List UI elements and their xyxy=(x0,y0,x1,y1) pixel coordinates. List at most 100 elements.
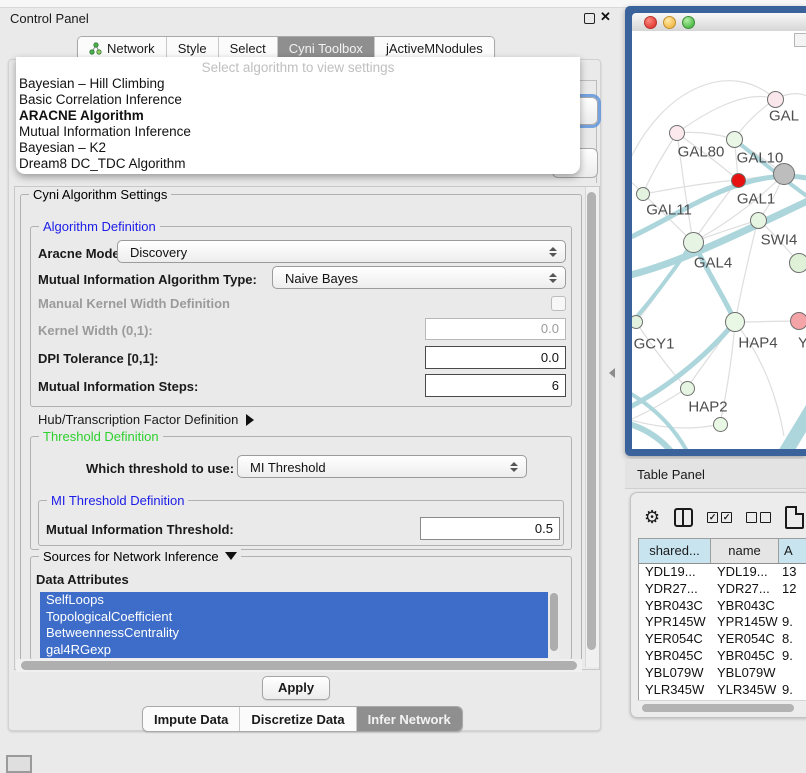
table-row[interactable]: YBR045CYBR045C9. xyxy=(639,648,806,665)
network-node-HAP4[interactable] xyxy=(725,312,745,332)
mi-threshold-input[interactable]: 0.5 xyxy=(420,517,560,540)
dpi-tolerance-label: DPI Tolerance [0,1]: xyxy=(38,351,158,366)
network-node-salmon[interactable] xyxy=(790,312,806,330)
network-node-GAL80[interactable] xyxy=(669,125,685,141)
node-top-pink-label: GAL xyxy=(769,108,799,125)
column-header-third[interactable]: A xyxy=(779,539,806,563)
algorithm-option[interactable]: Bayesian – Hill Climbing xyxy=(16,76,580,92)
scrollbar-thumb[interactable] xyxy=(587,192,596,650)
kernel-width-input[interactable]: 0.0 xyxy=(425,318,566,340)
cyni-algorithm-settings-title: Cyni Algorithm Settings xyxy=(29,187,171,202)
kernel-width-label: Kernel Width (0,1): xyxy=(38,323,153,338)
table-cell: YBR043C xyxy=(711,598,779,615)
mi-steps-label: Mutual Information Steps: xyxy=(38,379,198,394)
node-GCY1-label: GCY1 xyxy=(634,336,675,353)
sources-group-title[interactable]: Sources for Network Inference xyxy=(39,549,241,564)
mi-steps-input[interactable]: 6 xyxy=(425,374,566,397)
table-row[interactable]: YER054CYER054C8. xyxy=(639,631,806,648)
scrollbar-thumb[interactable] xyxy=(550,593,558,651)
settings-vertical-scrollbar[interactable] xyxy=(585,187,599,667)
scrollbar-thumb[interactable] xyxy=(21,661,577,670)
table-toolbar: ⚙ ✓✓ xyxy=(636,502,806,532)
table-horizontal-scrollbar[interactable] xyxy=(638,700,806,713)
network-tab-icon xyxy=(89,42,102,55)
table-row[interactable]: YBL079WYBL079W xyxy=(639,665,806,682)
spinner-arrows-icon xyxy=(549,241,557,262)
node-HAP4-label: HAP4 xyxy=(738,335,777,352)
attribute-list-item[interactable]: gal4RGexp xyxy=(40,642,548,659)
which-threshold-select[interactable]: MI Threshold xyxy=(237,455,527,478)
table-cell xyxy=(779,665,806,682)
algorithm-option[interactable]: Dream8 DC_TDC Algorithm xyxy=(16,156,580,172)
network-scroll-widget[interactable] xyxy=(794,33,806,47)
mi-algorithm-type-label: Mutual Information Algorithm Type: xyxy=(38,272,257,287)
columns-icon[interactable] xyxy=(674,508,693,527)
node-GAL4-label: GAL4 xyxy=(694,255,732,272)
select-all-checks-icon[interactable]: ✓✓ xyxy=(707,512,732,523)
network-node-gray[interactable] xyxy=(773,163,795,185)
table-body: YDL19...YDL19...13YDR27...YDR27...12YBR0… xyxy=(639,564,806,702)
network-node-GAL4[interactable] xyxy=(683,232,704,253)
dpi-tolerance-input[interactable]: 0.0 xyxy=(425,346,566,369)
aracne-mode-select[interactable]: Discovery xyxy=(117,240,566,263)
network-node-right-green[interactable] xyxy=(789,253,806,273)
minimized-panel-icon[interactable] xyxy=(6,755,32,773)
table-row[interactable]: YDR27...YDR27...12 xyxy=(639,581,806,598)
table-row[interactable]: YBR043CYBR043C xyxy=(639,598,806,615)
aracne-mode-label: Aracne Mode: xyxy=(38,246,124,261)
node-GAL80-label: GAL80 xyxy=(678,144,725,161)
minimize-traffic-icon[interactable] xyxy=(663,16,676,29)
node-table: shared... name A YDL19...YDL19...13YDR27… xyxy=(638,538,806,702)
scrollbar-thumb[interactable] xyxy=(642,704,794,712)
network-node-GAL1[interactable] xyxy=(731,173,746,188)
split-divider-arrow[interactable] xyxy=(609,368,615,378)
data-attributes-list[interactable]: SelfLoopsTopologicalCoefficientBetweenne… xyxy=(40,592,548,658)
hub-definition-expander[interactable]: Hub/Transcription Factor Definition xyxy=(38,412,254,427)
export-table-icon[interactable] xyxy=(785,506,804,529)
algorithm-option[interactable]: Mutual Information Inference xyxy=(16,124,580,140)
column-header-name[interactable]: name xyxy=(711,539,779,563)
algorithm-option[interactable]: ARACNE Algorithm xyxy=(16,108,580,124)
tab-discretize-data[interactable]: Discretize Data xyxy=(240,707,356,731)
network-node-GAL11[interactable] xyxy=(636,187,650,201)
table-row[interactable]: YLR345WYLR345W9. xyxy=(639,682,806,699)
network-node-HAP2[interactable] xyxy=(680,381,695,396)
network-node-SWI4[interactable] xyxy=(750,212,767,229)
tab-infer-network[interactable]: Infer Network xyxy=(357,707,462,731)
network-canvas[interactable]: GALGAL80GAL10GAL1GAL11SWI4GAL4GCY1HAP4YH… xyxy=(632,31,806,449)
table-row[interactable]: YPR145WYPR145W9. xyxy=(639,614,806,631)
column-header-shared-name[interactable]: shared... xyxy=(639,539,711,563)
network-window-titlebar[interactable] xyxy=(632,13,806,32)
zoom-traffic-icon[interactable] xyxy=(682,16,695,29)
attribute-list-item[interactable]: SelfLoops xyxy=(40,592,548,609)
settings-horizontal-scrollbar[interactable] xyxy=(16,659,582,672)
node-HAP2-label: HAP2 xyxy=(688,399,727,416)
gear-icon[interactable]: ⚙ xyxy=(644,508,660,526)
network-node-top-pink[interactable] xyxy=(767,91,784,108)
control-panel-title: Control Panel xyxy=(10,11,89,26)
mi-algorithm-type-select[interactable]: Naive Bayes xyxy=(272,266,566,289)
network-node-GAL10[interactable] xyxy=(726,131,743,148)
close-traffic-icon[interactable] xyxy=(644,16,657,29)
algorithm-option[interactable]: Bayesian – K2 xyxy=(16,140,580,156)
apply-button[interactable]: Apply xyxy=(262,676,330,700)
tab-impute-data[interactable]: Impute Data xyxy=(143,707,240,731)
float-window-icon[interactable] xyxy=(584,13,595,24)
table-cell xyxy=(779,598,806,615)
deselect-all-checks-icon[interactable] xyxy=(746,512,771,523)
attribute-list-item[interactable]: TopologicalCoefficient xyxy=(40,609,548,626)
attribute-list-item[interactable]: BetweennessCentrality xyxy=(40,625,548,642)
table-cell: 9. xyxy=(779,682,806,699)
algorithm-dropdown-popup: Select algorithm to view settings Bayesi… xyxy=(16,57,580,174)
network-node-bottom-green[interactable] xyxy=(713,417,728,432)
table-cell: YDR27... xyxy=(711,581,779,598)
table-cell: YER054C xyxy=(639,631,711,648)
manual-kernel-width-checkbox[interactable] xyxy=(551,296,566,311)
table-row[interactable]: YDL19...YDL19...13 xyxy=(639,564,806,581)
table-cell: YBR043C xyxy=(639,598,711,615)
close-icon[interactable]: ✕ xyxy=(600,9,611,25)
algorithm-option[interactable]: Basic Correlation Inference xyxy=(16,92,580,108)
node-SWI4-label: SWI4 xyxy=(761,232,798,249)
table-cell: YPR145W xyxy=(711,614,779,631)
attributes-scrollbar[interactable] xyxy=(549,592,559,658)
